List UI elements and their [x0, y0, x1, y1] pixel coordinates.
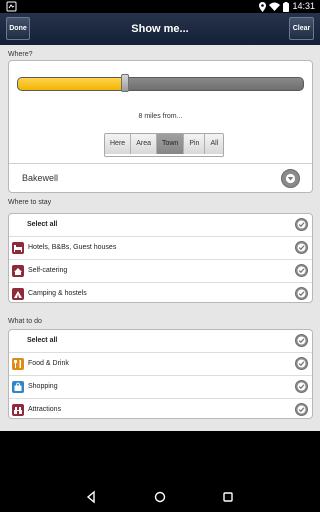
list-item[interactable]: Hotels, B&Bs, Guest houses [9, 237, 312, 260]
bed-icon [12, 242, 24, 254]
mode-here[interactable]: Here [105, 134, 132, 154]
check-icon[interactable] [295, 287, 308, 300]
chevron-down-icon [285, 173, 296, 184]
attractions-label: Attractions [28, 406, 62, 413]
battery-icon [283, 1, 290, 12]
check-icon[interactable] [295, 357, 308, 370]
what-to-do-label: What to do [8, 318, 42, 325]
divider [9, 163, 312, 164]
location-value[interactable]: Bakewell [22, 173, 58, 183]
home-icon[interactable] [152, 489, 168, 505]
shopping-bag-icon [12, 381, 24, 393]
house-icon [12, 265, 24, 277]
hotels-label: Hotels, B&Bs, Guest houses [28, 244, 117, 251]
mode-pin[interactable]: Pin [184, 134, 206, 154]
check-icon[interactable] [295, 241, 308, 254]
distance-slider-thumb[interactable] [120, 74, 129, 92]
where-to-stay-label: Where to stay [8, 199, 52, 206]
check-icon[interactable] [295, 334, 308, 347]
title-bar: Show me... Done Clear [0, 13, 320, 46]
mode-town[interactable]: Town [156, 134, 185, 154]
check-icon[interactable] [295, 380, 308, 393]
list-item[interactable]: Attractions [9, 399, 312, 421]
clear-button[interactable]: Clear [289, 17, 314, 40]
list-item[interactable]: Self-catering [9, 260, 312, 283]
check-icon[interactable] [295, 264, 308, 277]
select-all-label: Select all [27, 221, 58, 228]
check-icon[interactable] [295, 403, 308, 416]
filter-content: Where? 8 miles from... Here Area Town Pi… [0, 45, 320, 431]
notification-icon [6, 1, 17, 12]
cutlery-icon [12, 358, 24, 370]
status-bar: 14:31 [0, 0, 320, 13]
tent-icon [12, 288, 24, 300]
mode-area[interactable]: Area [131, 134, 157, 154]
distance-text: 8 miles from... [138, 113, 183, 120]
list-item[interactable]: Food & Drink [9, 353, 312, 376]
back-icon[interactable] [83, 489, 99, 505]
status-time: 14:31 [292, 1, 315, 11]
page-title: Show me... [131, 23, 189, 35]
where-panel: 8 miles from... Here Area Town Pin All B… [8, 60, 313, 193]
location-icon [259, 1, 267, 12]
attractions-icon [12, 404, 24, 416]
camping-label: Camping & hostels [28, 290, 87, 297]
wifi-icon [269, 2, 281, 11]
distance-slider[interactable] [17, 77, 304, 91]
distance-slider-fill [18, 78, 125, 90]
where-section-label: Where? [8, 51, 33, 58]
food-drink-label: Food & Drink [28, 360, 69, 367]
mode-all[interactable]: All [205, 134, 224, 154]
self-catering-label: Self-catering [28, 267, 68, 274]
navigation-bar [0, 431, 320, 512]
mode-selector: Here Area Town Pin All [104, 133, 225, 157]
shopping-label: Shopping [28, 383, 58, 390]
recents-icon[interactable] [220, 489, 236, 505]
list-item[interactable]: Shopping [9, 376, 312, 399]
location-dropdown-button[interactable] [281, 169, 300, 188]
select-all-label: Select all [27, 337, 58, 344]
what-to-do-list: Select all Food & Drink Shopping Attract… [8, 329, 313, 419]
where-to-stay-list: Select all Hotels, B&Bs, Guest houses Se… [8, 213, 313, 303]
list-item[interactable]: Select all [9, 214, 312, 237]
done-button[interactable]: Done [6, 17, 30, 40]
list-item[interactable]: Camping & hostels [9, 283, 312, 305]
list-item[interactable]: Select all [9, 330, 312, 353]
check-icon[interactable] [295, 218, 308, 231]
